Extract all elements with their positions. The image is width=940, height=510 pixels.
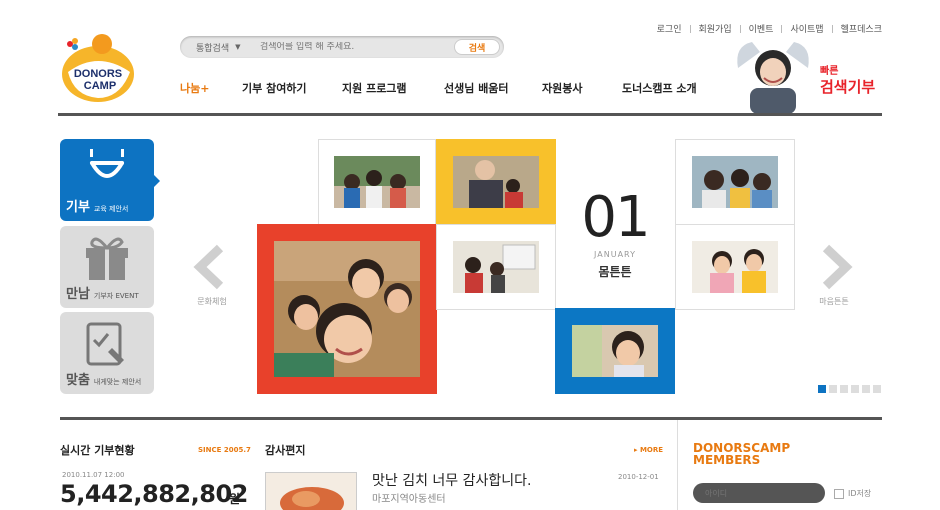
letters-more-link[interactable]: ▸ MORE: [634, 446, 663, 454]
photo-kids-smiling: [692, 156, 778, 208]
kimchi-photo: [266, 473, 356, 510]
sitemap-link[interactable]: 사이트맵: [790, 22, 823, 35]
slider-prev-label: 문화체험: [197, 297, 227, 306]
slider-prev-button[interactable]: 문화체험: [190, 244, 234, 307]
slider-pagination: [818, 385, 881, 393]
slide-title: 몸튼튼: [598, 265, 632, 279]
signup-link[interactable]: 회원가입: [699, 22, 732, 35]
smile-icon: [90, 149, 124, 178]
nav-item-about[interactable]: 도너스캠프 소개: [622, 80, 712, 96]
slide-day: 01: [581, 185, 650, 250]
photo-tile[interactable]: [318, 139, 436, 225]
nav-item-donate[interactable]: 기부 참여하기: [242, 80, 342, 96]
letters-title: 감사편지: [265, 444, 306, 457]
side-tile-donate-proposal[interactable]: 기부 교육 제안서: [60, 139, 160, 221]
slide-month: JANUARY: [594, 250, 636, 259]
tile-title: 기부: [66, 200, 90, 215]
live-donation-date: 2010.11.07 12:00: [62, 471, 125, 479]
member-id-input[interactable]: [693, 483, 825, 503]
divider: [739, 24, 741, 33]
live-donation-unit: 원: [229, 492, 241, 506]
caret-down-icon: ▼: [235, 43, 241, 51]
logo-line2: CAMP: [84, 80, 116, 92]
gift-icon: [86, 237, 128, 280]
logo-mark: DONORS CAMP: [62, 34, 134, 102]
checkbox-icon: [834, 488, 844, 499]
login-link[interactable]: 로그인: [657, 22, 682, 35]
side-tile-donor-event[interactable]: 만남 기부자 EVENT: [60, 226, 154, 308]
divider: [781, 24, 783, 33]
slider-page-1[interactable]: [818, 385, 826, 393]
event-link[interactable]: 이벤트: [749, 22, 774, 35]
slide-date-panel: 01 JANUARY 몸튼튼: [555, 140, 675, 308]
tile-title: 만남: [66, 287, 90, 302]
chevron-left-icon: [193, 244, 224, 290]
slider-page-6[interactable]: [873, 385, 881, 393]
live-donation-amount: 5,442,882,802: [60, 480, 248, 508]
letter-item-date: 2010-12-01: [618, 473, 659, 481]
photo-children-studying: [334, 156, 420, 208]
search-scope-select[interactable]: 통합검색 ▼: [180, 41, 250, 54]
save-id-label: ID저장: [848, 489, 872, 498]
photo-group-of-children: [274, 241, 420, 377]
search-button[interactable]: 검색: [454, 39, 500, 55]
promo-line1: 빠른: [820, 66, 839, 77]
letter-thumbnail[interactable]: [265, 472, 357, 510]
clipboard-pen-icon: [86, 322, 124, 366]
since-badge: SINCE 2005.7: [198, 446, 251, 454]
promo-line2: 검색기부: [820, 78, 876, 96]
tile-subtitle: 교육 제안서: [93, 205, 129, 213]
photo-tile[interactable]: [436, 224, 556, 310]
photo-tile-featured[interactable]: [257, 224, 437, 394]
live-donation-title: 실시간 기부현황: [60, 444, 135, 457]
letter-item-source: 마포지역아동센터: [372, 494, 446, 505]
search-scope-label: 통합검색: [196, 43, 230, 54]
photo-classroom-activity: [453, 241, 539, 293]
photo-tile[interactable]: [436, 139, 556, 225]
quick-search-donation-banner[interactable]: 빠른 검색기부: [728, 38, 884, 114]
nav-item-programs[interactable]: 지원 프로그램: [342, 80, 444, 96]
tile-subtitle: 내게맞는 제안서: [93, 378, 142, 386]
slider-page-4[interactable]: [851, 385, 859, 393]
section-divider: [60, 417, 882, 420]
photo-volunteer-with-children: [453, 156, 539, 208]
photo-girls-playing: [692, 241, 778, 293]
photo-girl-portrait: [572, 325, 658, 377]
divider: [831, 24, 833, 33]
letter-item-title[interactable]: 맛난 김치 너무 감사합니다.: [372, 470, 531, 490]
search-bar: 통합검색 ▼ 검색: [180, 36, 504, 58]
photo-tile[interactable]: [675, 224, 795, 310]
slider-page-2[interactable]: [829, 385, 837, 393]
chevron-right-icon: [822, 244, 853, 290]
helpdesk-link[interactable]: 헬프데스크: [841, 22, 882, 35]
child-photo: [737, 42, 809, 114]
tile-label: 만남 기부자 EVENT: [66, 283, 139, 302]
tile-label: 맞춤 내게맞는 제안서: [66, 369, 141, 388]
slider-next-button[interactable]: 마음튼튼: [812, 244, 856, 307]
header-divider: [58, 113, 882, 116]
slider-page-3[interactable]: [840, 385, 848, 393]
search-input[interactable]: [250, 42, 454, 52]
divider: [689, 24, 691, 33]
main-nav: 나눔+ 기부 참여하기 지원 프로그램 선생님 배움터 자원봉사 도너스캠프 소…: [180, 80, 712, 96]
nav-item-teachers[interactable]: 선생님 배움터: [444, 80, 542, 96]
utility-links: 로그인 회원가입 이벤트 사이트맵 헬프데스크: [657, 22, 882, 35]
photo-tile[interactable]: [555, 308, 675, 394]
side-tile-custom-proposal[interactable]: 맞춤 내게맞는 제안서: [60, 312, 154, 394]
tile-subtitle: 기부자 EVENT: [93, 292, 139, 300]
logo-line1: DONORS: [74, 68, 122, 80]
slider-next-label: 마음튼튼: [819, 297, 849, 306]
nav-item-volunteer[interactable]: 자원봉사: [542, 80, 622, 96]
save-id-checkbox[interactable]: ID저장: [834, 488, 871, 499]
donorscamp-logo[interactable]: DONORS CAMP: [58, 32, 136, 104]
members-title: DONORSCAMP MEMBERS: [693, 442, 790, 466]
members-title-line2: MEMBERS: [693, 453, 761, 467]
active-pointer: [154, 175, 160, 187]
tile-title: 맞춤: [66, 373, 90, 388]
tile-label: 기부 교육 제안서: [66, 196, 128, 215]
photo-tile[interactable]: [675, 139, 795, 225]
nav-item-nanum-plus[interactable]: 나눔+: [180, 80, 242, 96]
column-divider: [677, 420, 678, 510]
slider-page-5[interactable]: [862, 385, 870, 393]
